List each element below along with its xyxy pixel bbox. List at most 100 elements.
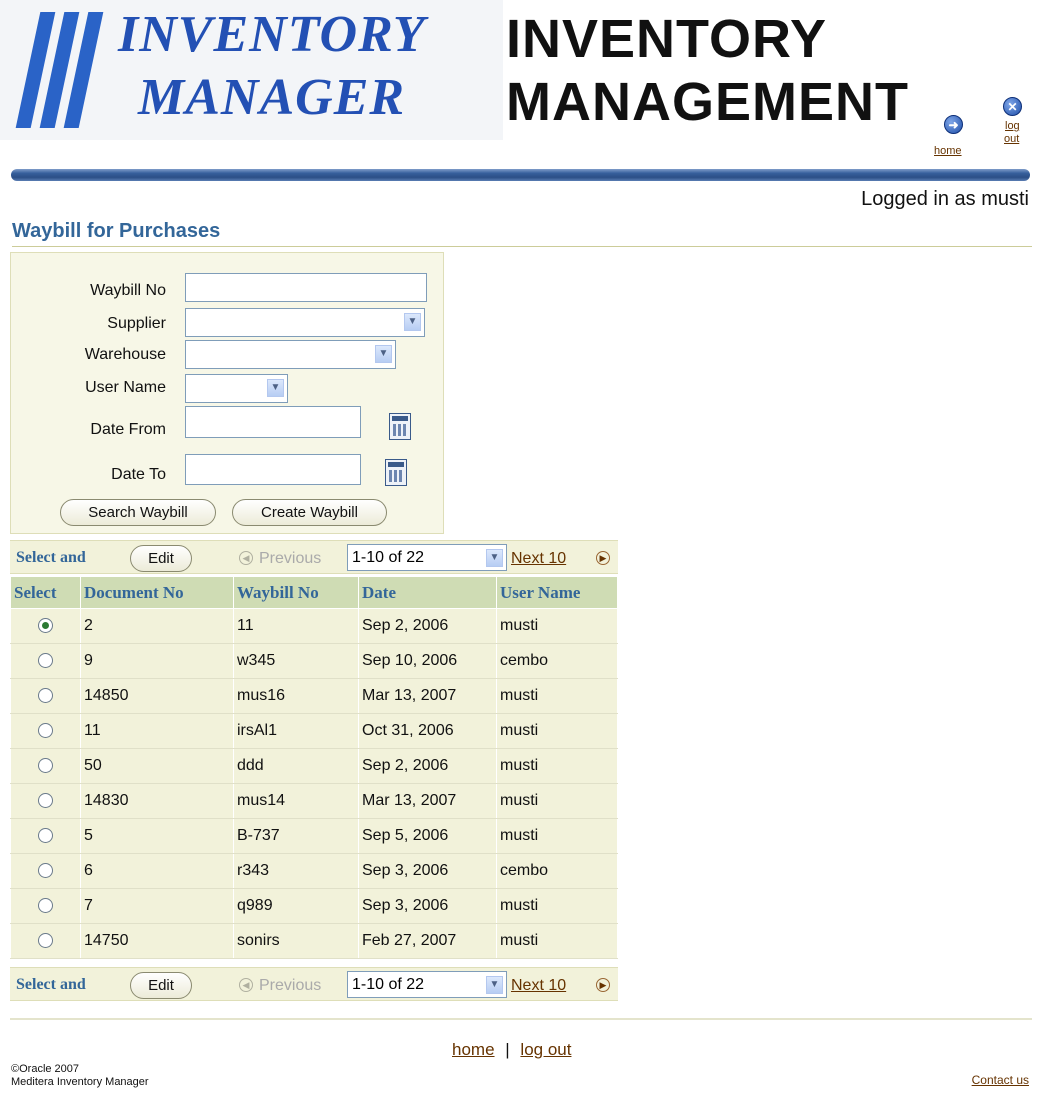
waybill-no-cell: B-737 bbox=[233, 818, 359, 854]
radio-button[interactable] bbox=[38, 933, 53, 949]
previous-icon: ◀ bbox=[239, 978, 253, 992]
warehouse-label: Warehouse bbox=[84, 346, 166, 363]
radio-button[interactable] bbox=[38, 688, 53, 704]
waybill-no-cell: sonirs bbox=[233, 923, 359, 959]
row-select-radio[interactable] bbox=[10, 853, 81, 889]
logged-in-status: Logged in as musti bbox=[861, 188, 1029, 210]
footer-separator: | bbox=[505, 1040, 510, 1059]
app-logo: INVENTORY MANAGER bbox=[0, 0, 503, 140]
next-icon[interactable]: ▶ bbox=[596, 978, 610, 992]
app-title-line2: MANAGEMENT bbox=[506, 72, 909, 132]
copyright-text: ©Oracle 2007 bbox=[11, 1063, 80, 1075]
app-title-line1: INVENTORY bbox=[506, 9, 828, 69]
radio-button[interactable] bbox=[38, 898, 53, 914]
radio-button[interactable] bbox=[38, 653, 53, 669]
edit-button[interactable]: Edit bbox=[130, 545, 192, 572]
next-icon[interactable]: ▶ bbox=[596, 551, 610, 565]
table-row[interactable]: 7 q989 Sep 3, 2006 musti bbox=[10, 888, 618, 924]
user-name-cell: musti bbox=[496, 713, 618, 749]
chevron-down-icon[interactable]: ▼ bbox=[404, 313, 421, 331]
user-name-cell: musti bbox=[496, 748, 618, 784]
date-cell: Sep 10, 2006 bbox=[358, 643, 497, 679]
chevron-down-icon[interactable]: ▼ bbox=[375, 345, 392, 363]
chevron-down-icon[interactable]: ▼ bbox=[486, 976, 503, 994]
previous-icon: ◀ bbox=[239, 551, 253, 565]
radio-button[interactable] bbox=[38, 723, 53, 739]
document-no-cell: 11 bbox=[80, 713, 234, 749]
column-header-user-name[interactable]: User Name bbox=[496, 576, 618, 609]
table-row[interactable]: 14750 sonirs Feb 27, 2007 musti bbox=[10, 923, 618, 959]
calendar-icon[interactable] bbox=[385, 459, 407, 486]
page-title: Waybill for Purchases bbox=[12, 220, 221, 242]
row-select-radio[interactable] bbox=[10, 713, 81, 749]
waybill-no-input[interactable] bbox=[185, 273, 427, 302]
product-name: Meditera Inventory Manager bbox=[11, 1076, 149, 1088]
logo-text-line1: INVENTORY bbox=[118, 6, 426, 63]
range-select[interactable]: 1-10 of 22 ▼ bbox=[347, 971, 507, 998]
table-row[interactable]: 5 B-737 Sep 5, 2006 musti bbox=[10, 818, 618, 854]
footer-logout-link[interactable]: log out bbox=[520, 1040, 571, 1059]
table-controls-top: Select and Edit ◀ Previous 1-10 of 22 ▼ … bbox=[10, 540, 618, 574]
row-select-radio[interactable] bbox=[10, 643, 81, 679]
chevron-down-icon[interactable]: ▼ bbox=[486, 549, 503, 567]
chevron-down-icon[interactable]: ▼ bbox=[267, 379, 284, 397]
date-from-input[interactable] bbox=[185, 406, 361, 438]
user-name-cell: musti bbox=[496, 783, 618, 819]
table-row[interactable]: 9 w345 Sep 10, 2006 cembo bbox=[10, 643, 618, 679]
table-row[interactable]: 2 11 Sep 2, 2006 musti bbox=[10, 608, 618, 644]
radio-button[interactable] bbox=[38, 828, 53, 844]
range-select[interactable]: 1-10 of 22 ▼ bbox=[347, 544, 507, 571]
user-name-cell: musti bbox=[496, 678, 618, 714]
footer-home-link[interactable]: home bbox=[452, 1040, 495, 1059]
radio-button[interactable] bbox=[38, 863, 53, 879]
column-header-waybill-no[interactable]: Waybill No bbox=[233, 576, 359, 609]
row-select-radio[interactable] bbox=[10, 818, 81, 854]
table-row[interactable]: 14850 mus16 Mar 13, 2007 musti bbox=[10, 678, 618, 714]
header-bar bbox=[11, 169, 1030, 181]
date-cell: Feb 27, 2007 bbox=[358, 923, 497, 959]
logout-link-line1[interactable]: log bbox=[1005, 120, 1020, 132]
edit-button[interactable]: Edit bbox=[130, 972, 192, 999]
logout-link-line2[interactable]: out bbox=[1004, 133, 1019, 145]
table-row[interactable]: 11 irsAl1 Oct 31, 2006 musti bbox=[10, 713, 618, 749]
row-select-radio[interactable] bbox=[10, 608, 81, 644]
document-no-cell: 5 bbox=[80, 818, 234, 854]
row-select-radio[interactable] bbox=[10, 748, 81, 784]
document-no-cell: 6 bbox=[80, 853, 234, 889]
user-name-cell: musti bbox=[496, 923, 618, 959]
contact-us-link[interactable]: Contact us bbox=[972, 1073, 1029, 1087]
calendar-icon[interactable] bbox=[389, 413, 411, 440]
home-link[interactable]: home bbox=[934, 145, 962, 157]
table-row[interactable]: 6 r343 Sep 3, 2006 cembo bbox=[10, 853, 618, 889]
search-waybill-button[interactable]: Search Waybill bbox=[60, 499, 216, 526]
radio-button[interactable] bbox=[38, 618, 53, 634]
home-icon[interactable]: ➜ bbox=[944, 115, 963, 134]
row-select-radio[interactable] bbox=[10, 923, 81, 959]
date-cell: Sep 5, 2006 bbox=[358, 818, 497, 854]
row-select-radio[interactable] bbox=[10, 888, 81, 924]
date-to-label: Date To bbox=[111, 466, 166, 483]
date-to-input[interactable] bbox=[185, 454, 361, 485]
waybill-no-cell: r343 bbox=[233, 853, 359, 889]
table-controls-bottom: Select and Edit ◀ Previous 1-10 of 22 ▼ … bbox=[10, 967, 618, 1001]
radio-button[interactable] bbox=[38, 793, 53, 809]
document-no-cell: 2 bbox=[80, 608, 234, 644]
next-link[interactable]: Next 10 bbox=[511, 977, 566, 995]
row-select-radio[interactable] bbox=[10, 783, 81, 819]
table-row[interactable]: 14830 mus14 Mar 13, 2007 musti bbox=[10, 783, 618, 819]
user-name-cell: cembo bbox=[496, 853, 618, 889]
user-name-select[interactable]: ▼ bbox=[185, 374, 288, 403]
warehouse-select[interactable]: ▼ bbox=[185, 340, 396, 369]
row-select-radio[interactable] bbox=[10, 678, 81, 714]
next-link[interactable]: Next 10 bbox=[511, 550, 566, 568]
logout-icon[interactable]: ✕ bbox=[1003, 97, 1022, 116]
create-waybill-button[interactable]: Create Waybill bbox=[232, 499, 387, 526]
table-row[interactable]: 50 ddd Sep 2, 2006 musti bbox=[10, 748, 618, 784]
range-value: 1-10 of 22 bbox=[352, 976, 425, 993]
column-header-document-no[interactable]: Document No bbox=[80, 576, 234, 609]
radio-button[interactable] bbox=[38, 758, 53, 774]
user-name-cell: musti bbox=[496, 608, 618, 644]
date-cell: Oct 31, 2006 bbox=[358, 713, 497, 749]
supplier-select[interactable]: ▼ bbox=[185, 308, 425, 337]
column-header-date[interactable]: Date bbox=[358, 576, 497, 609]
